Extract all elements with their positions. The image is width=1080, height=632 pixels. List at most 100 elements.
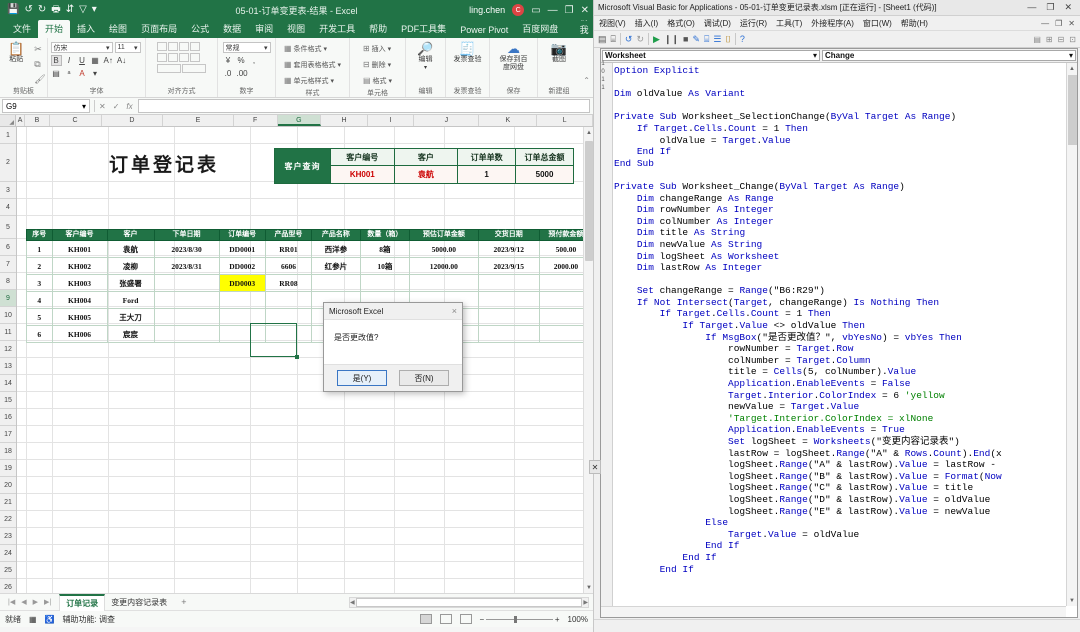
scroll-up-icon[interactable]: ▲ — [1067, 63, 1077, 74]
align-center-icon[interactable] — [168, 53, 178, 62]
cell-product-name[interactable] — [311, 274, 361, 292]
column-header-I[interactable]: I — [368, 115, 415, 126]
cell-customer[interactable]: 王大刀 — [106, 308, 155, 326]
order-table[interactable]: 序号 客户编号 客户 下单日期 订单编号 产品型号 产品名称 数量（箱） 预估订… — [26, 229, 593, 343]
column-header-H[interactable]: H — [321, 115, 368, 126]
menu-tools[interactable]: 工具(T) — [776, 18, 802, 29]
accessibility-icon[interactable]: ♿ — [45, 615, 55, 624]
table-row[interactable]: 1 KH001 袁航 2023/8/30 DD0001 RR01 西洋参 8箱 … — [26, 240, 593, 258]
percent-button[interactable]: % — [236, 55, 247, 66]
ribbon-tab-developer[interactable]: 开发工具 — [312, 20, 362, 38]
sheet-tab-bar[interactable]: |◀ ◀ ▶ ▶| 订单记录 变更内容记录表 + ◀ ▶ — [0, 593, 593, 611]
cell-product-model[interactable] — [264, 308, 313, 326]
row-header[interactable]: 21 — [0, 494, 16, 511]
row-header[interactable]: 2 — [0, 144, 16, 182]
cell-product-name[interactable]: 西洋参 — [311, 240, 361, 258]
object-dropdown[interactable]: Worksheet ▾ — [602, 50, 820, 61]
cell-quantity[interactable]: 8箱 — [359, 240, 410, 258]
vertical-scrollbar[interactable]: ▲ ▼ — [583, 127, 593, 593]
sheet-tab-change-log[interactable]: 变更内容记录表 — [105, 595, 173, 610]
border-button[interactable]: ▦ — [90, 55, 101, 66]
ribbon-tab-view[interactable]: 视图 — [280, 20, 312, 38]
redo-icon[interactable]: ↻ — [636, 34, 644, 45]
print-icon[interactable]: 🖶 — [51, 5, 60, 15]
cell-quantity[interactable] — [359, 274, 410, 292]
design-icon[interactable]: ✎ — [692, 34, 700, 45]
redo-icon[interactable]: ↻ — [38, 5, 46, 15]
table-row[interactable]: 5 KH005 王大刀 — [26, 308, 593, 326]
collapse-ribbon-button[interactable]: ⌃ — [583, 76, 590, 85]
help-icon[interactable]: ? — [740, 34, 745, 44]
table-row[interactable]: 4 KH004 Ford — [26, 291, 593, 309]
increase-font-size-button[interactable]: A↑ — [103, 55, 114, 66]
column-header-E[interactable]: E — [163, 115, 234, 126]
inner-close-button[interactable]: ✕ — [1068, 19, 1075, 28]
cell-customer[interactable]: 宸宸 — [106, 325, 155, 343]
format-cells-button[interactable]: ▤ 格式 ▾ — [363, 74, 392, 88]
align-bottom-icon[interactable] — [179, 42, 189, 51]
menu-insert[interactable]: 插入(I) — [635, 18, 659, 29]
number-format-select[interactable]: 常规 ▾ — [222, 42, 271, 53]
cell-customer-id[interactable]: KH005 — [51, 308, 108, 326]
row-header[interactable]: 25 — [0, 562, 16, 579]
minimize-button[interactable]: — — [1027, 2, 1036, 13]
undo-icon[interactable]: ↺ — [625, 34, 633, 45]
cell-order-date[interactable]: 2023/8/31 — [153, 257, 220, 275]
sheet-nav-buttons[interactable]: |◀ ◀ ▶ ▶| — [0, 598, 59, 606]
object-browser-icon[interactable]: ⌷ — [726, 34, 731, 45]
phonetic-button[interactable]: ᵃ — [64, 68, 75, 79]
row-header[interactable]: 10 — [0, 307, 16, 324]
ribbon-tab-insert[interactable]: 插入 — [70, 20, 102, 38]
zoom-slider[interactable]: − + — [480, 615, 560, 624]
sheet-tab-orders[interactable]: 订单记录 — [59, 593, 106, 611]
cell-seq[interactable]: 4 — [26, 291, 53, 309]
cell-order-id[interactable]: DD0001 — [218, 240, 266, 258]
paste-button[interactable]: 📋 粘贴 — [1, 42, 31, 64]
zoom-level[interactable]: 100% — [568, 615, 588, 624]
last-sheet-icon[interactable]: ▶| — [44, 598, 51, 606]
cell-customer-id[interactable]: KH004 — [51, 291, 108, 309]
run-icon[interactable]: ▶ — [653, 34, 660, 45]
select-all-button[interactable]: ◢ — [0, 115, 16, 126]
cell-order-date[interactable] — [153, 308, 220, 326]
editing-button[interactable]: 🔎 编辑 ▾ — [411, 42, 441, 72]
order-icon[interactable]: ⊟ — [1058, 35, 1065, 44]
table-row[interactable]: 6 KH006 宸宸 — [26, 325, 593, 343]
row-header[interactable]: 12 — [0, 341, 16, 358]
insert-cells-button[interactable]: ⊞ 插入 ▾ — [363, 42, 391, 56]
cell-order-date[interactable] — [153, 274, 220, 292]
scroll-up-icon[interactable]: ▲ — [584, 127, 593, 138]
normal-view-button[interactable] — [419, 614, 432, 624]
column-header-K[interactable]: K — [479, 115, 538, 126]
spreadsheet-grid[interactable]: ◢ A B C D E F G H I J K L 1 2 3 4 5 6 7 … — [0, 115, 593, 593]
next-sheet-icon[interactable]: ▶ — [33, 598, 38, 606]
cell-delivery-date[interactable]: 2023/9/12 — [477, 240, 540, 258]
ribbon-tab-help[interactable]: 帮助 — [362, 20, 394, 38]
menu-help[interactable]: 帮助(H) — [901, 18, 928, 29]
avatar[interactable]: C — [512, 4, 525, 16]
indent-icon[interactable] — [190, 53, 200, 62]
code-scroll-thumb[interactable] — [1068, 75, 1077, 145]
close-button[interactable]: ✕ — [1064, 2, 1072, 13]
cell-order-id-highlighted[interactable]: DD0003 — [218, 274, 266, 292]
table-row[interactable]: 3 KH003 张盛署 DD0003 RR08 — [26, 274, 593, 292]
toolbox-icon[interactable]: ▤ — [1033, 35, 1041, 44]
procedure-dropdown[interactable]: Change ▾ — [822, 50, 1076, 61]
column-header-J[interactable]: J — [414, 115, 480, 126]
undo-icon[interactable]: ↺ — [24, 5, 32, 15]
ribbon-tab-file[interactable]: 文件 — [6, 20, 38, 38]
cell-product-model[interactable]: RR01 — [264, 240, 313, 258]
font-color-button[interactable]: A — [77, 68, 88, 79]
vbe-toolbar[interactable]: ▤ ⌸ ↺ ↻ ▶ ❙❙ ■ ✎ ⌸ ☰ ⌷ ? ▤ ⊞ ⊟ ⊡ — [594, 31, 1080, 48]
row-header[interactable]: 26 — [0, 579, 16, 593]
accessibility-label[interactable]: 辅助功能: 调查 — [63, 614, 115, 625]
view-code-icon[interactable]: ▤ — [598, 34, 607, 45]
cell-customer-id[interactable]: KH001 — [51, 240, 108, 258]
align-right-icon[interactable] — [179, 53, 189, 62]
cell-product-model[interactable]: RR08 — [264, 274, 313, 292]
row-header[interactable]: 9 — [0, 290, 16, 307]
table-row[interactable]: 2 KH002 凌柳 2023/8/31 DD0002 6606 红参片 10箱… — [26, 257, 593, 275]
row-header[interactable]: 15 — [0, 392, 16, 409]
currency-button[interactable]: ¥ — [223, 55, 234, 66]
cell-delivery-date[interactable] — [477, 291, 540, 309]
